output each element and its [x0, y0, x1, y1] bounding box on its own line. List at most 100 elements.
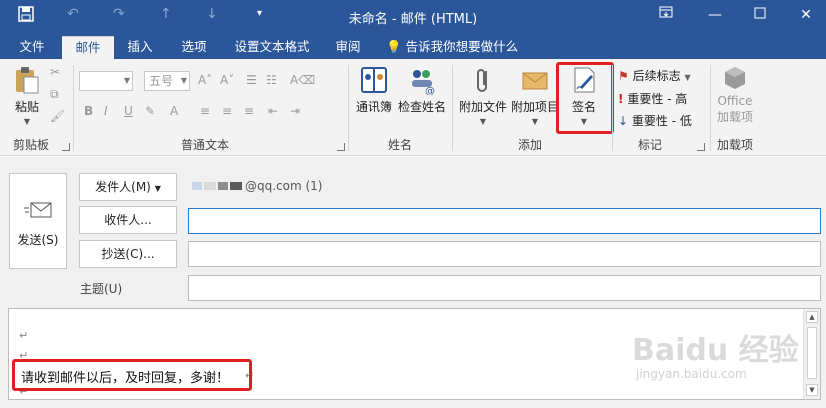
scroll-down-icon[interactable]: ▼	[806, 384, 818, 396]
underline-button[interactable]: U	[124, 104, 133, 118]
group-label-addins: 加载项	[716, 138, 753, 152]
paste-icon	[16, 67, 39, 94]
chevron-down-icon: ▼	[479, 117, 487, 126]
attach-item-button[interactable]: 附加项目 ▼	[510, 65, 560, 126]
envelope-icon	[522, 72, 548, 90]
chevron-down-icon: ▼	[684, 73, 691, 82]
vertical-scrollbar[interactable]: ▲ ▼	[803, 309, 820, 399]
cc-button[interactable]: 抄送(C)...	[79, 240, 177, 268]
font-name-select[interactable]: ▼	[79, 71, 133, 91]
font-size-select[interactable]: 五号 ▼	[144, 71, 190, 91]
group-label-names: 姓名	[387, 138, 412, 152]
watermark-url: jingyan.baidu.com	[636, 367, 747, 381]
align-right-icon[interactable]: ≡	[244, 104, 254, 118]
lightbulb-icon: 💡	[386, 39, 402, 54]
to-field[interactable]	[188, 208, 821, 234]
scroll-up-icon[interactable]: ▲	[806, 311, 818, 323]
body-text-highlight-box	[12, 359, 252, 391]
paste-label: 粘贴	[14, 100, 39, 114]
divider	[452, 65, 453, 151]
minimize-icon[interactable]: —	[705, 5, 725, 25]
cut-icon[interactable]: ✂	[50, 65, 60, 79]
office-addins-icon	[725, 67, 745, 89]
close-icon[interactable]: ✕	[796, 5, 816, 25]
subject-label: 主题(U)	[80, 282, 123, 296]
scroll-thumb[interactable]	[807, 327, 817, 379]
divider	[710, 65, 711, 151]
follow-up-button[interactable]: ⚑ 后续标志 ▼	[618, 67, 691, 84]
attach-item-label: 附加项目	[510, 100, 559, 114]
bold-button[interactable]: B	[84, 104, 93, 118]
tell-me-search[interactable]: 💡 告诉我你想要做什么	[386, 36, 520, 59]
signature-highlight-box	[556, 62, 614, 134]
align-center-icon[interactable]: ≡	[222, 104, 232, 118]
check-names-icon: @	[412, 70, 435, 97]
font-color-icon[interactable]: A	[170, 104, 178, 118]
subject-field[interactable]	[188, 275, 821, 301]
from-address: @qq.com (1)	[245, 179, 323, 193]
check-names-label: 检查姓名	[397, 100, 446, 114]
tab-review[interactable]: 审阅	[328, 36, 368, 59]
window-title: 未命名 - 邮件 (HTML)	[348, 12, 478, 27]
ribbon-tabs: 文件 邮件 插入 选项 设置文本格式 审阅 💡 告诉我你想要做什么	[0, 32, 826, 59]
chevron-down-icon: ▼	[154, 184, 161, 193]
italic-button[interactable]: I	[104, 104, 108, 118]
divider	[612, 65, 613, 151]
high-importance-button[interactable]: ! 重要性 - 高	[618, 90, 687, 107]
low-importance-label: 重要性 - 低	[631, 114, 692, 128]
office-label: Office	[717, 94, 753, 108]
group-label-basic-text: 普通文本	[180, 138, 229, 152]
tab-options[interactable]: 选项	[172, 36, 216, 59]
send-icon	[24, 202, 52, 218]
check-names-button[interactable]: @ 检查姓名	[396, 65, 448, 115]
group-label-clipboard: 剪贴板	[12, 138, 49, 152]
send-button[interactable]: 发送(S)	[9, 173, 67, 269]
highlight-icon[interactable]: ✎	[145, 104, 155, 118]
exclamation-icon: !	[618, 92, 624, 106]
svg-text:@: @	[425, 86, 435, 95]
from-button[interactable]: 发件人(M) ▼	[79, 173, 177, 201]
flag-icon: ⚑	[618, 69, 629, 83]
high-importance-label: 重要性 - 高	[627, 92, 688, 106]
ribbon-display-icon[interactable]	[656, 5, 676, 25]
tags-launcher-icon[interactable]	[697, 143, 705, 151]
maximize-icon[interactable]	[750, 5, 770, 25]
chevron-down-icon: ▼	[23, 117, 31, 126]
divider	[73, 65, 74, 151]
clear-format-icon[interactable]: A⌫	[290, 73, 315, 87]
grow-font-icon[interactable]: A˄	[198, 73, 212, 87]
tab-message[interactable]: 邮件	[62, 36, 114, 59]
format-painter-icon[interactable]: 🖌	[50, 109, 65, 123]
title-bar: ↶ ↷ ↑ ↓ ▾ 未命名 - 邮件 (HTML) — ✕	[0, 0, 826, 32]
low-importance-button[interactable]: ↓ 重要性 - 低	[618, 112, 692, 129]
to-button[interactable]: 收件人...	[79, 206, 177, 234]
tell-me-label: 告诉我你想要做什么	[405, 39, 519, 54]
paperclip-icon	[477, 69, 487, 92]
tab-format-text[interactable]: 设置文本格式	[226, 36, 318, 59]
attach-file-button[interactable]: 附加文件 ▼	[456, 65, 510, 126]
copy-icon[interactable]: ⧉	[50, 87, 59, 102]
chevron-down-icon: ▼	[531, 117, 539, 126]
increase-indent-icon[interactable]: ⇥	[290, 104, 300, 118]
tab-file[interactable]: 文件	[10, 36, 54, 59]
numbering-icon[interactable]: ☷	[266, 73, 277, 87]
send-label: 发送(S)	[17, 233, 59, 247]
address-book-icon	[361, 67, 387, 93]
bullets-icon[interactable]: ☰	[246, 73, 257, 87]
paste-button[interactable]: 粘贴 ▼	[10, 65, 44, 126]
shrink-font-icon[interactable]: A˅	[220, 73, 234, 87]
addins-label: 加载项	[716, 110, 753, 124]
down-arrow-icon: ↓	[618, 114, 629, 128]
basic-text-launcher-icon[interactable]	[337, 143, 345, 151]
attach-file-label: 附加文件	[458, 100, 507, 114]
decrease-indent-icon[interactable]: ⇤	[268, 104, 278, 118]
clipboard-launcher-icon[interactable]	[62, 143, 70, 151]
office-addins-button[interactable]: Office 加载项	[714, 65, 756, 125]
cc-field[interactable]	[188, 241, 821, 267]
divider	[348, 65, 349, 151]
address-book-button[interactable]: 通讯簿	[354, 65, 394, 115]
align-left-icon[interactable]: ≡	[200, 104, 210, 118]
tab-insert[interactable]: 插入	[118, 36, 162, 59]
from-label: 发件人(M)	[95, 180, 151, 194]
chevron-down-icon: ▼	[180, 76, 187, 85]
